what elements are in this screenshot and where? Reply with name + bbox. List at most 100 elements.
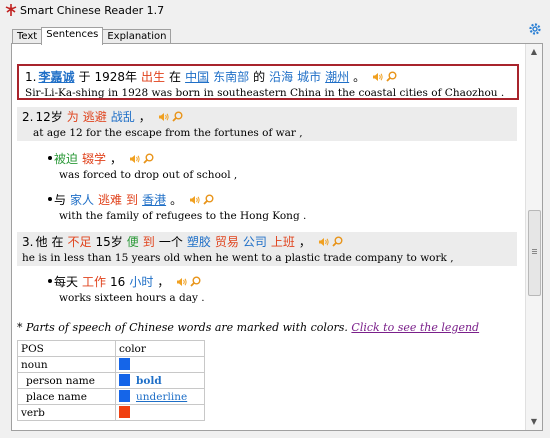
- word[interactable]: 贸易: [215, 235, 239, 249]
- word[interactable]: 中国: [185, 70, 209, 84]
- sentence-3[interactable]: 3. 他在不足 15岁便到一个 塑胶 贸易 公司 上班， he is in less tha…: [17, 232, 517, 266]
- translation: he is in less than 15 years old when he …: [22, 252, 454, 264]
- word[interactable]: 逃避: [83, 110, 107, 124]
- tab-bar: Text Sentences Explanation: [12, 27, 172, 45]
- pos-label: verb: [17, 404, 116, 421]
- style-sample: bold: [136, 375, 162, 387]
- style-sample: underline: [136, 391, 188, 403]
- word[interactable]: 每天: [54, 275, 78, 289]
- speaker-icon[interactable]: [318, 237, 330, 247]
- clause-2a[interactable]: 被迫 辍学 ， was forced to drop out of school ,: [48, 150, 237, 182]
- clause-3a[interactable]: 每天 工作 16 小时 ， works sixteen hours a day .: [48, 273, 205, 305]
- word[interactable]: 工作: [82, 275, 106, 289]
- word[interactable]: 辍学: [82, 152, 106, 166]
- speaker-icon[interactable]: [372, 72, 384, 82]
- word[interactable]: 在: [169, 70, 181, 84]
- translation: Sir-Li-Ka-shing in 1928 was born in sout…: [25, 87, 505, 99]
- word[interactable]: 被迫: [54, 152, 78, 166]
- pos-label: person name: [17, 372, 116, 389]
- word[interactable]: 上班: [271, 235, 295, 249]
- word[interactable]: 他: [35, 235, 47, 249]
- scroll-up-arrow[interactable]: ▲: [526, 44, 542, 60]
- word[interactable]: 于: [78, 70, 90, 84]
- word[interactable]: 1928年: [94, 70, 137, 84]
- translation: at age 12 for the escape from the fortun…: [33, 127, 303, 139]
- word[interactable]: 塑胶: [187, 235, 211, 249]
- color-cell: underline: [115, 388, 205, 405]
- table-row: noun: [17, 356, 205, 373]
- magnifier-icon[interactable]: [171, 111, 183, 122]
- vertical-scrollbar[interactable]: ▲ ▼: [525, 44, 542, 430]
- header-color: color: [115, 340, 205, 357]
- speaker-icon[interactable]: [189, 195, 201, 205]
- word[interactable]: 在: [51, 235, 63, 249]
- word[interactable]: 小时: [129, 275, 153, 289]
- sentence-1[interactable]: 1. 李嘉诚于 1928年 出生在中国 东南部的沿海 城市 潮州。 Sir-Li-Ka-sh…: [17, 64, 519, 100]
- color-cell: [115, 404, 205, 421]
- magnifier-icon[interactable]: [143, 153, 154, 164]
- table-row: place name underline: [17, 388, 205, 405]
- sentence-number: 3.: [22, 235, 34, 249]
- app-icon: [5, 4, 17, 16]
- translation: works sixteen hours a day .: [59, 292, 205, 304]
- word[interactable]: 为: [67, 110, 79, 124]
- sentence-number: 1.: [25, 70, 37, 84]
- word[interactable]: 便: [127, 235, 139, 249]
- pos-label: place name: [17, 388, 116, 405]
- sentences-panel: 1. 李嘉诚于 1928年 出生在中国 东南部的沿海 城市 潮州。 Sir-Li-Ka-sh…: [11, 43, 543, 431]
- table-row: verb: [17, 404, 205, 421]
- sentence-number: 2.: [22, 110, 34, 124]
- word[interactable]: 12岁: [35, 110, 62, 124]
- table-row: person name bold: [17, 372, 205, 389]
- word[interactable]: 的: [253, 70, 265, 84]
- clause-2b[interactable]: 与家人 逃难到香港。 with the family of refugees to…: [48, 191, 306, 223]
- word[interactable]: 香港: [142, 193, 166, 207]
- speaker-icon[interactable]: [129, 154, 141, 164]
- scroll-thumb[interactable]: [528, 210, 541, 296]
- sentence-2[interactable]: 2. 12岁为逃避 战乱， at age 12 for the escape fro…: [17, 107, 517, 141]
- bullet: [48, 156, 52, 160]
- word: ，: [298, 235, 311, 249]
- pos-note: * Parts of speech of Chinese words are m…: [17, 321, 479, 334]
- color-cell: [115, 356, 205, 373]
- word[interactable]: 15岁: [96, 235, 123, 249]
- word[interactable]: 城市: [297, 70, 321, 84]
- speaker-icon[interactable]: [176, 277, 188, 287]
- bullet: [48, 279, 52, 283]
- magnifier-icon[interactable]: [190, 276, 201, 287]
- word[interactable]: 到: [143, 235, 155, 249]
- gear-icon[interactable]: [528, 22, 542, 36]
- word[interactable]: 一个: [159, 235, 183, 249]
- word[interactable]: 公司: [243, 235, 267, 249]
- scroll-down-arrow[interactable]: ▼: [526, 414, 542, 430]
- word[interactable]: 与: [54, 193, 66, 207]
- speaker-icon[interactable]: [158, 112, 170, 122]
- word[interactable]: 战乱: [111, 110, 135, 124]
- title-bar: Smart Chinese Reader 1.7: [0, 0, 550, 22]
- word[interactable]: 潮州: [325, 70, 349, 84]
- translation: with the family of refugees to the Hong …: [59, 210, 307, 222]
- magnifier-icon[interactable]: [386, 71, 397, 82]
- word[interactable]: 不足: [67, 235, 91, 249]
- magnifier-icon[interactable]: [332, 236, 343, 247]
- color-swatch: [119, 390, 130, 402]
- word[interactable]: 李嘉诚: [38, 70, 74, 84]
- pos-legend-table: POS color noun person name bold place na…: [17, 340, 205, 421]
- header-pos: POS: [17, 340, 116, 357]
- word[interactable]: 东南部: [213, 70, 249, 84]
- word[interactable]: 沿海: [269, 70, 293, 84]
- bullet: [48, 197, 52, 201]
- word[interactable]: 出生: [141, 70, 165, 84]
- word[interactable]: 16: [110, 275, 125, 289]
- word: 。: [353, 70, 366, 84]
- pos-note-text: * Parts of speech of Chinese words are m…: [17, 321, 348, 334]
- window-title: Smart Chinese Reader 1.7: [20, 4, 165, 17]
- tab-sentences[interactable]: Sentences: [41, 27, 104, 45]
- word: 。: [170, 193, 183, 207]
- word[interactable]: 家人: [70, 193, 94, 207]
- legend-link[interactable]: Click to see the legend: [351, 321, 479, 334]
- word[interactable]: 逃难: [98, 193, 122, 207]
- color-cell: bold: [115, 372, 205, 389]
- magnifier-icon[interactable]: [203, 194, 214, 205]
- word[interactable]: 到: [126, 193, 138, 207]
